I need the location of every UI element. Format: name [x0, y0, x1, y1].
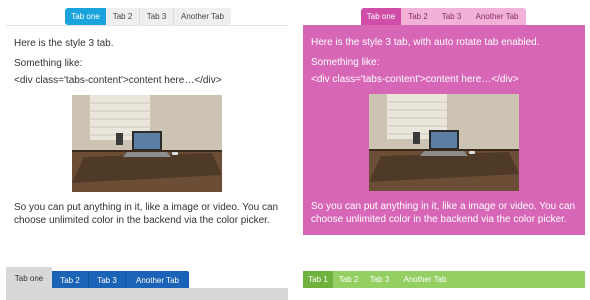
tab-3[interactable]: Tab 3 [435, 8, 468, 25]
tab-3[interactable]: Tab 3 [364, 271, 395, 288]
code-sample-text: <div class='tabs-content'>content here…<… [311, 74, 519, 85]
tab-another[interactable]: Another Tab [395, 271, 455, 288]
tab-3[interactable]: Tab 3 [140, 8, 174, 25]
tab-bar-auto-rotate-pink: Tab one Tab 2 Tab 3 Another Tab [361, 8, 526, 25]
tab-bar-style3-blue: Tab one Tab 2 Tab 3 Another Tab [65, 8, 231, 25]
tab-another[interactable]: Another Tab [174, 8, 231, 25]
tab-content-panel: Here is the style 3 tab. Something like:… [6, 25, 288, 235]
tab-2[interactable]: Tab 2 [401, 8, 435, 25]
laptop-desk-image [369, 94, 519, 191]
tab-content-panel [6, 288, 288, 300]
tab-another[interactable]: Another Tab [468, 8, 526, 25]
tab-content-panel: Here is the style 3 tab, with auto rotat… [303, 25, 585, 235]
tab-bar-green: Tab 1 Tab 2 Tab 3 Another Tab [303, 271, 585, 288]
code-sample-text: <div class='tabs-content'>content here…<… [14, 75, 222, 86]
tab-2[interactable]: Tab 2 [106, 8, 140, 25]
content-text: Here is the style 3 tab. [14, 38, 114, 49]
content-text: Here is the style 3 tab, with auto rotat… [311, 37, 540, 48]
content-text: Something like: [311, 57, 380, 68]
content-text: Something like: [14, 58, 83, 69]
tab-2[interactable]: Tab 2 [333, 271, 364, 288]
tab-one[interactable]: Tab one [361, 8, 401, 25]
tab-1[interactable]: Tab 1 [303, 271, 333, 288]
content-text: So you can put anything in it, like a im… [14, 202, 279, 226]
content-text: So you can put anything in it, like a im… [311, 201, 576, 225]
laptop-desk-image [72, 95, 222, 192]
tab-one[interactable]: Tab one [65, 8, 106, 25]
